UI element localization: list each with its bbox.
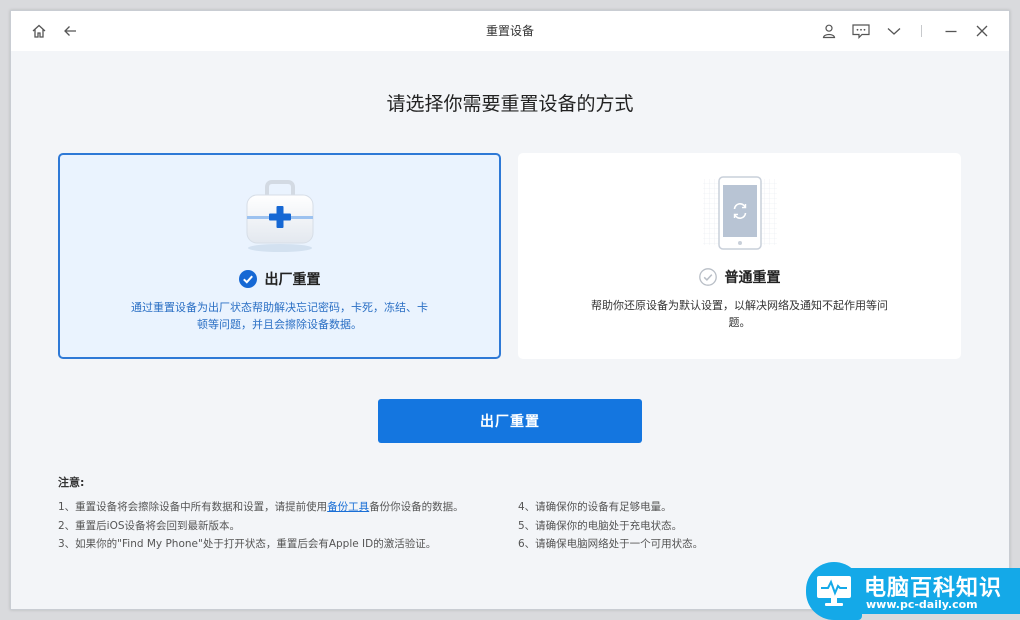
unselected-check-icon (698, 268, 717, 286)
note-item: 6、请确保电脑网络处于一个可用状态。 (518, 538, 704, 550)
factory-reset-option-description: 通过重置设备为出厂状态帮助解决忘记密码，卡死，冻结、卡顿等问题，并且会擦除设备数… (131, 301, 428, 331)
app-window: 重置设备 请选择你需要重置设备的方式 出厂重置 通过重置设备为出厂状态帮助解决忘… (10, 10, 1010, 610)
normal-reset-option-description: 帮助你还原设备为默认设置，以解决网络及通知不起作用等问题。 (591, 299, 888, 329)
page-heading: 请选择你需要重置设备的方式 (386, 93, 634, 115)
factory-reset-button[interactable]: 出厂重置 (378, 399, 642, 443)
back-arrow-icon[interactable] (58, 19, 82, 43)
minimize-icon[interactable] (939, 19, 963, 43)
normal-reset-option-title: 普通重置 (518, 267, 961, 287)
factory-reset-option-label: 出厂重置 (264, 272, 321, 288)
feedback-icon[interactable] (849, 19, 873, 43)
note-item: 2、重置后iOS设备将会回到最新版本。 (58, 519, 241, 532)
normal-reset-option-card[interactable]: 普通重置 帮助你还原设备为默认设置，以解决网络及通知不起作用等问题。 (518, 153, 961, 359)
notes-list-right: 4、请确保你的设备有足够电量。 5、请确保你的电脑处于充电状态。 6、请确保电脑… (518, 498, 818, 554)
notes-title: 注意: (58, 476, 85, 489)
title-bar: 重置设备 (11, 11, 1009, 51)
home-icon[interactable] (27, 19, 51, 43)
note-item: 1、重置设备将会擦除设备中所有数据和设置，请提前使用备份工具备份你设备的数据。 (58, 501, 464, 513)
notes-list-left: 1、重置设备将会擦除设备中所有数据和设置，请提前使用备份工具备份你设备的数据。 … (58, 498, 498, 554)
watermark-url: www.pc-daily.com (866, 598, 978, 611)
note-item: 3、如果你的"Find My Phone"处于打开状态，重置后会有Apple I… (58, 538, 437, 550)
watermark: 电脑百科知识 www.pc-daily.com (806, 562, 1020, 620)
factory-reset-option-title: 出厂重置 (60, 269, 499, 289)
chevron-down-icon[interactable] (882, 19, 906, 43)
factory-reset-option-card[interactable]: 出厂重置 通过重置设备为出厂状态帮助解决忘记密码，卡死，冻结、卡顿等问题，并且会… (58, 153, 501, 359)
note-item: 4、请确保你的设备有足够电量。 (518, 501, 672, 513)
title-bar-divider (921, 25, 922, 37)
backup-tool-link[interactable]: 备份工具 (327, 501, 369, 513)
user-icon[interactable] (817, 19, 841, 43)
monitor-pulse-icon (806, 562, 862, 620)
medical-kit-icon (235, 175, 325, 259)
phone-refresh-icon (695, 169, 785, 257)
close-icon[interactable] (970, 19, 994, 43)
normal-reset-option-label: 普通重置 (724, 270, 781, 286)
note-item: 5、请确保你的电脑处于充电状态。 (518, 519, 683, 532)
selected-check-icon (238, 270, 257, 288)
